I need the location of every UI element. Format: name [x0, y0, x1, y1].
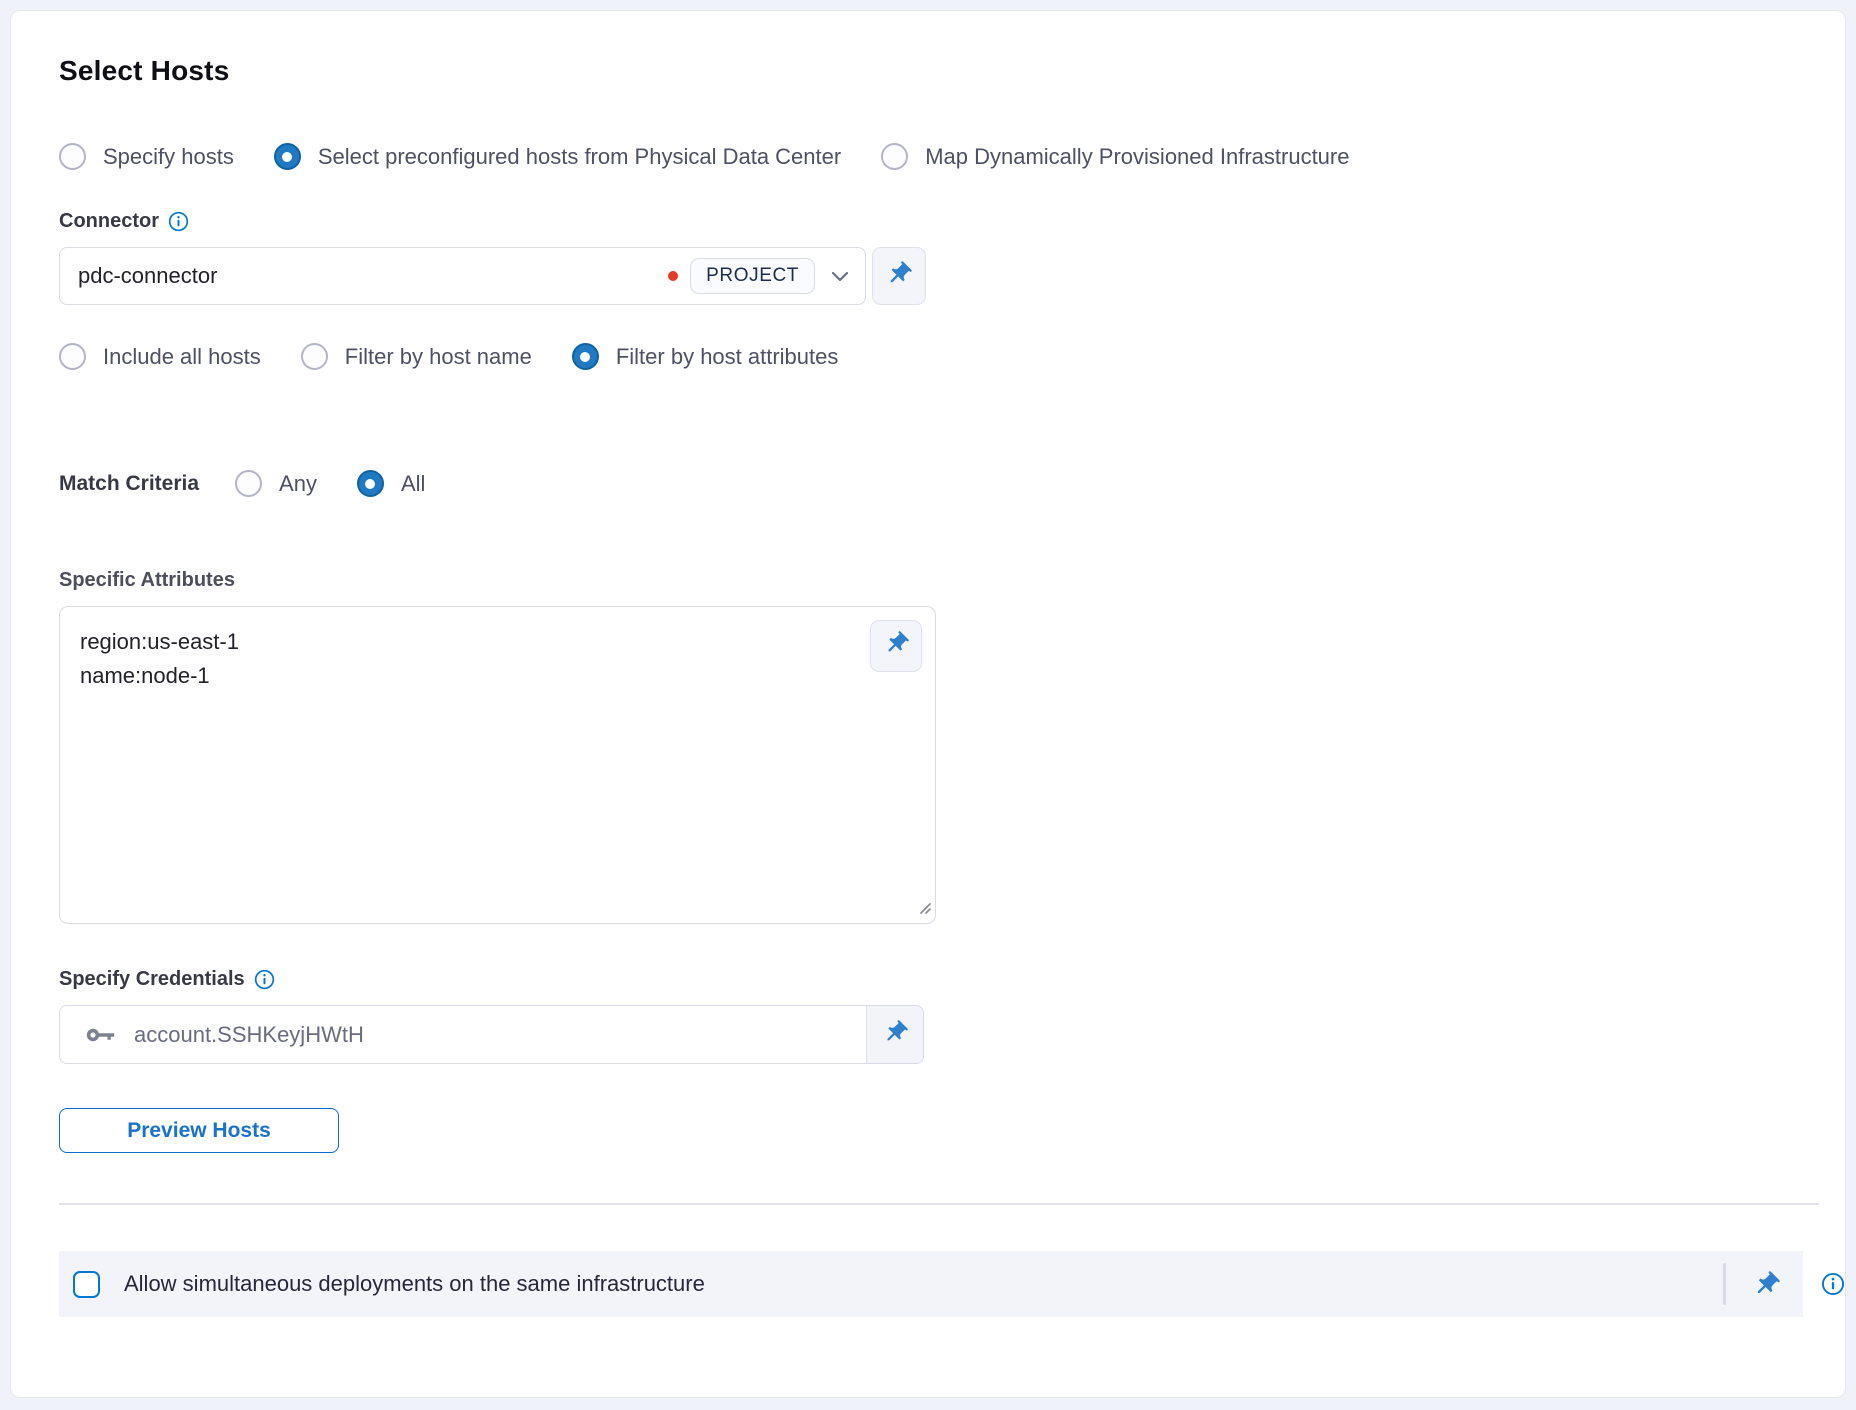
footer-row-wrap: Allow simultaneous deployments on the sa…	[59, 1251, 1845, 1317]
radio-circle-icon[interactable]	[235, 470, 262, 497]
attributes-pin-button[interactable]	[870, 620, 922, 672]
preview-hosts-button[interactable]: Preview Hosts	[59, 1108, 339, 1153]
radio-circle-icon[interactable]	[59, 143, 86, 170]
chevron-down-icon[interactable]	[831, 271, 849, 282]
footer-pin-button[interactable]	[1752, 1270, 1781, 1299]
credentials-value: account.SSHKeyjHWtH	[134, 1022, 364, 1048]
radio-match-all[interactable]: All	[357, 470, 425, 497]
radio-label: All	[401, 471, 425, 497]
simultaneous-deployments-checkbox[interactable]	[73, 1271, 100, 1298]
radio-label: Include all hosts	[103, 344, 261, 370]
specific-attributes-label: Specific Attributes	[59, 569, 1845, 592]
scope-tag: PROJECT	[690, 258, 815, 294]
radio-select-preconfigured-hosts[interactable]: Select preconfigured hosts from Physical…	[274, 143, 841, 170]
select-hosts-panel: Select Hosts Specify hosts Select precon…	[10, 10, 1846, 1398]
match-criteria-label: Match Criteria	[59, 472, 199, 496]
connector-label-row: Connector	[59, 210, 1845, 233]
radio-label: Filter by host attributes	[616, 344, 839, 370]
host-filter-radio-group: Include all hosts Filter by host name Fi…	[59, 343, 1845, 370]
info-icon[interactable]	[1821, 1272, 1845, 1296]
pin-icon	[882, 1019, 909, 1051]
pin-icon	[883, 630, 910, 662]
credentials-field: account.SSHKeyjHWtH	[59, 1005, 924, 1064]
resize-handle[interactable]	[916, 899, 931, 919]
radio-map-dynamic-infrastructure[interactable]: Map Dynamically Provisioned Infrastructu…	[881, 143, 1349, 170]
simultaneous-deployments-row: Allow simultaneous deployments on the sa…	[59, 1251, 1803, 1317]
radio-include-all-hosts[interactable]: Include all hosts	[59, 343, 261, 370]
key-icon	[86, 1027, 116, 1043]
radio-filter-by-host-attributes[interactable]: Filter by host attributes	[572, 343, 839, 370]
radio-circle-icon[interactable]	[881, 143, 908, 170]
pin-icon	[885, 260, 913, 293]
connector-field-row: pdc-connector PROJECT	[59, 247, 1845, 305]
info-icon[interactable]	[254, 969, 275, 990]
radio-match-any[interactable]: Any	[235, 470, 317, 497]
connector-pin-button[interactable]	[872, 247, 926, 305]
radio-label: Specify hosts	[103, 144, 234, 170]
required-dot-icon	[668, 271, 678, 281]
radio-label: Any	[279, 471, 317, 497]
radio-filter-by-host-name[interactable]: Filter by host name	[301, 343, 532, 370]
match-criteria-row: Match Criteria Any All	[59, 470, 1845, 497]
connector-select[interactable]: pdc-connector PROJECT	[59, 247, 866, 305]
radio-circle-icon[interactable]	[59, 343, 86, 370]
radio-label: Map Dynamically Provisioned Infrastructu…	[925, 144, 1349, 170]
info-icon[interactable]	[168, 211, 189, 232]
radio-circle-icon[interactable]	[357, 470, 384, 497]
specific-attributes-box: region:us-east-1 name:node-1	[59, 606, 936, 924]
credentials-pin-button[interactable]	[866, 1006, 923, 1063]
host-provision-radio-group: Specify hosts Select preconfigured hosts…	[59, 143, 1845, 170]
credentials-label-row: Specify Credentials	[59, 968, 1845, 991]
credentials-label: Specify Credentials	[59, 968, 245, 991]
vertical-divider	[1723, 1263, 1726, 1305]
connector-value: pdc-connector	[78, 263, 668, 289]
specific-attributes-textarea[interactable]: region:us-east-1 name:node-1	[60, 607, 935, 923]
radio-circle-icon[interactable]	[274, 143, 301, 170]
radio-label: Filter by host name	[345, 344, 532, 370]
connector-label: Connector	[59, 210, 159, 233]
credentials-select[interactable]: account.SSHKeyjHWtH	[60, 1006, 866, 1063]
radio-circle-icon[interactable]	[572, 343, 599, 370]
radio-circle-icon[interactable]	[301, 343, 328, 370]
page-title: Select Hosts	[59, 55, 1845, 87]
radio-specify-hosts[interactable]: Specify hosts	[59, 143, 234, 170]
section-divider	[59, 1203, 1819, 1205]
radio-label: Select preconfigured hosts from Physical…	[318, 144, 841, 170]
checkbox-label: Allow simultaneous deployments on the sa…	[124, 1271, 705, 1297]
